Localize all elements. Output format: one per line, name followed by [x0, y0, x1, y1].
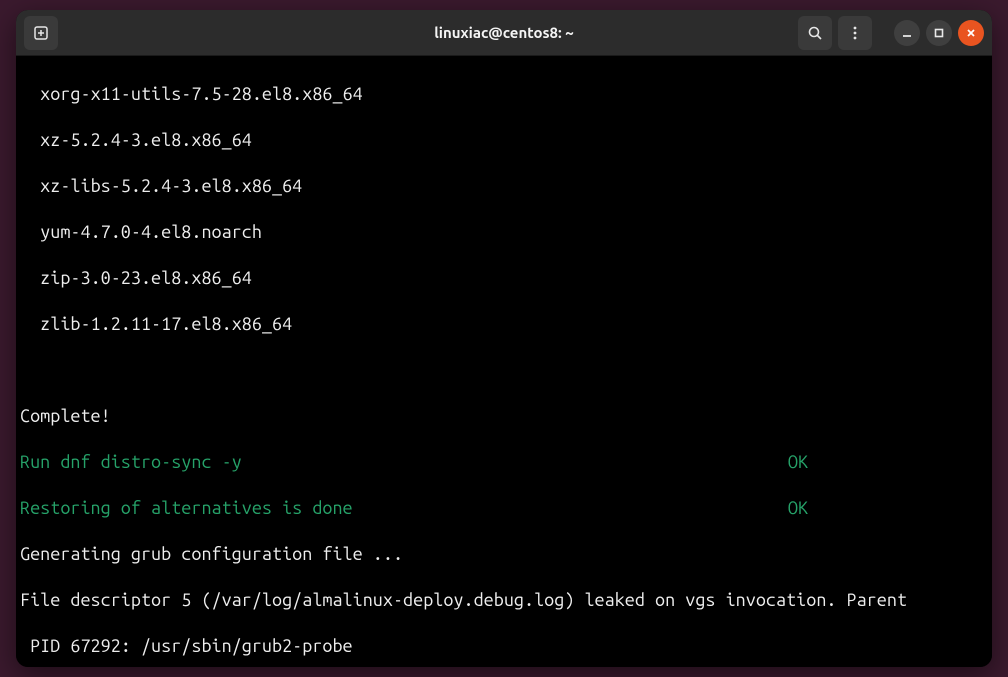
package-line: yum-4.7.0-4.el8.noarch	[20, 221, 988, 244]
package-line: xz-libs-5.2.4-3.el8.x86_64	[20, 175, 988, 198]
blank-line	[20, 359, 988, 382]
status-message: Restoring of alternatives is done	[20, 497, 353, 520]
minimize-icon	[901, 27, 913, 39]
menu-button[interactable]	[838, 16, 872, 50]
new-tab-button[interactable]	[24, 16, 58, 50]
terminal-output[interactable]: xorg-x11-utils-7.5-28.el8.x86_64 xz-5.2.…	[16, 56, 992, 667]
terminal-window: linuxiac@centos8: ~ xorg-x11-utils-7.5-2…	[16, 10, 992, 667]
maximize-icon	[933, 27, 945, 39]
maximize-button[interactable]	[926, 20, 952, 46]
titlebar: linuxiac@centos8: ~	[16, 10, 992, 56]
complete-line: Complete!	[20, 405, 988, 428]
minimize-button[interactable]	[894, 20, 920, 46]
output-line: PID 67292: /usr/sbin/grub2-probe	[20, 635, 988, 658]
output-line: Generating grub configuration file ...	[20, 543, 988, 566]
search-button[interactable]	[798, 16, 832, 50]
status-message: Run dnf distro-sync -y	[20, 451, 242, 474]
search-icon	[807, 25, 823, 41]
output-line: File descriptor 5 (/var/log/almalinux-de…	[20, 589, 988, 612]
new-tab-icon	[33, 25, 49, 41]
status-ok: OK	[788, 497, 988, 520]
package-line: zip-3.0-23.el8.x86_64	[20, 267, 988, 290]
status-ok: OK	[788, 451, 988, 474]
package-line: zlib-1.2.11-17.el8.x86_64	[20, 313, 988, 336]
status-line: Run dnf distro-sync -y OK	[20, 451, 988, 474]
package-line: xz-5.2.4-3.el8.x86_64	[20, 129, 988, 152]
package-line: xorg-x11-utils-7.5-28.el8.x86_64	[20, 83, 988, 106]
close-icon	[965, 27, 977, 39]
status-line: Restoring of alternatives is done OK	[20, 497, 988, 520]
close-button[interactable]	[958, 20, 984, 46]
menu-icon	[847, 25, 863, 41]
